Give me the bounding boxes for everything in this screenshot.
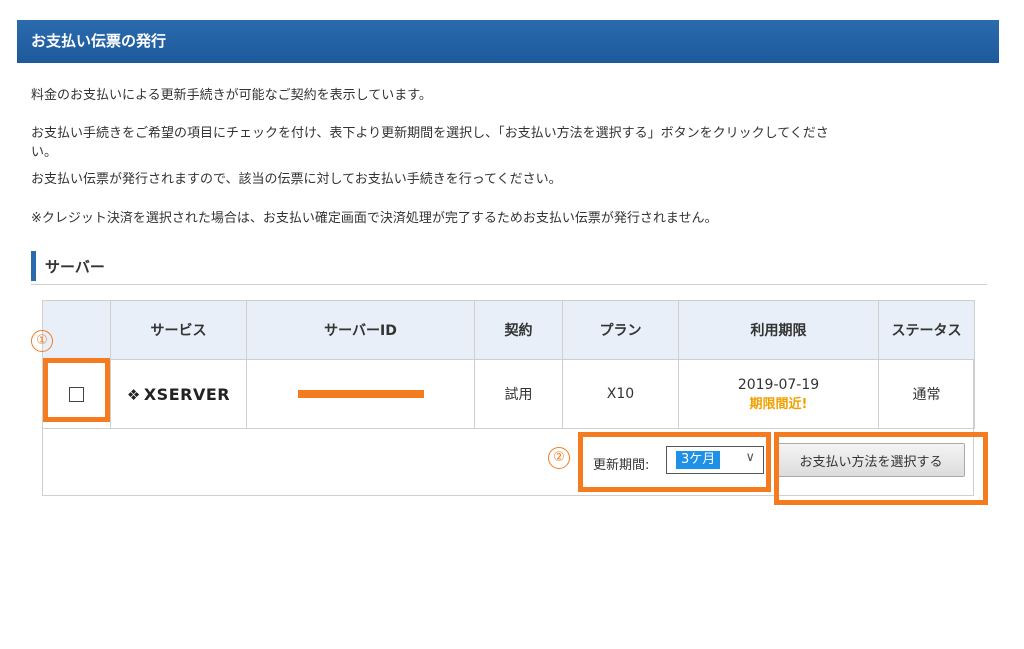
intro-text-3: い。 bbox=[31, 145, 58, 160]
server-id-cell bbox=[246, 359, 475, 429]
contract-cell: 試用 bbox=[474, 359, 563, 429]
plan-cell: X10 bbox=[562, 359, 679, 429]
expiry-date: 2019-07-19 bbox=[737, 376, 820, 393]
column-header-expiry: 利用期限 bbox=[678, 300, 879, 360]
redacted-server-id bbox=[297, 390, 424, 398]
xserver-logo: ❖ XSERVER bbox=[127, 385, 230, 404]
table-row: ❖ XSERVER 試用 X10 2019-07-19 期限間近! 通常 bbox=[42, 359, 975, 429]
server-table: サービス サーバーID 契約 プラン 利用期限 ステータス ❖ XSERVER 試… bbox=[42, 300, 975, 429]
diamond-logo-icon: ❖ bbox=[126, 385, 141, 404]
column-header-server-id: サーバーID bbox=[246, 300, 475, 360]
annotation-marker-1: ① bbox=[31, 330, 53, 352]
logo-text: XSERVER bbox=[143, 384, 231, 404]
page-title: お支払い伝票の発行 bbox=[31, 32, 167, 50]
service-cell: ❖ XSERVER bbox=[110, 359, 247, 429]
annotation-highlight-period bbox=[578, 432, 771, 492]
column-header-select bbox=[42, 300, 111, 360]
expiry-cell: 2019-07-19 期限間近! bbox=[678, 359, 879, 429]
intro-text-1: 料金のお支払いによる更新手続きが可能なご契約を表示しています。 bbox=[31, 88, 432, 103]
page-header: お支払い伝票の発行 bbox=[17, 20, 999, 63]
expiry-warning-badge: 期限間近! bbox=[749, 396, 808, 412]
section-header: サーバー bbox=[31, 251, 987, 285]
section-title: サーバー bbox=[45, 258, 105, 276]
intro-text-4: お支払い伝票が発行されますので、該当の伝票に対してお支払い手続きを行ってください… bbox=[31, 172, 562, 187]
column-header-contract: 契約 bbox=[474, 300, 563, 360]
column-header-status: ステータス bbox=[878, 300, 975, 360]
annotation-highlight-checkbox bbox=[43, 358, 110, 422]
status-cell: 通常 bbox=[878, 359, 975, 429]
annotation-marker-2: ② bbox=[548, 447, 570, 469]
column-header-service: サービス bbox=[110, 300, 247, 360]
section-accent-bar bbox=[31, 251, 36, 281]
column-header-plan: プラン bbox=[562, 300, 679, 360]
intro-text-2: お支払い手続きをご希望の項目にチェックを付け、表下より更新期間を選択し、「お支払… bbox=[31, 126, 829, 141]
intro-text-5: ※クレジット決済を選択された場合は、お支払い確定画面で決済処理が完了するためお支… bbox=[31, 211, 718, 226]
table-header-row: サービス サーバーID 契約 プラン 利用期限 ステータス bbox=[42, 300, 975, 360]
annotation-highlight-pay-button bbox=[774, 432, 988, 505]
